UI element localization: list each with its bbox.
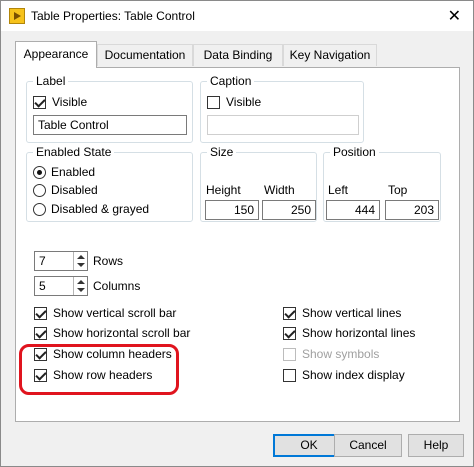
option-vertical-scroll-bar[interactable]: Show vertical scroll bar — [34, 306, 176, 320]
label-visible-checkbox-row[interactable]: Visible — [33, 95, 87, 109]
tab-appearance[interactable]: Appearance — [15, 41, 97, 68]
columns-stepper[interactable]: 5 — [34, 276, 88, 296]
option-index-display[interactable]: Show index display — [283, 368, 405, 382]
radio-enabled-label: Enabled — [51, 165, 96, 179]
dialog-window: Table Properties: Table Control ✕ Appear… — [0, 0, 474, 467]
horizontal-scroll-bar-checkbox[interactable] — [34, 326, 47, 340]
title-bar[interactable]: Table Properties: Table Control ✕ — [1, 1, 473, 31]
caption-visible-text: Visible — [226, 95, 262, 109]
option-symbols: Show symbols — [283, 347, 379, 361]
width-field[interactable]: 250 — [262, 200, 316, 220]
horizontal-scroll-bar-label: Show horizontal scroll bar — [53, 326, 191, 340]
labview-app-icon — [9, 8, 25, 24]
width-label: Width — [264, 183, 295, 197]
label-visible-text: Visible — [52, 95, 88, 109]
caption-visible-checkbox[interactable] — [207, 95, 220, 109]
tab-documentation[interactable]: Documentation — [97, 44, 193, 66]
caption-visible-checkbox-row[interactable]: Visible — [207, 95, 261, 109]
columns-value: 5 — [39, 279, 46, 293]
tab-data-binding[interactable]: Data Binding — [193, 44, 283, 66]
caption-text-field[interactable] — [207, 115, 359, 135]
radio-enabled[interactable] — [33, 165, 46, 179]
index-display-label: Show index display — [302, 368, 405, 382]
label-group: Label Visible Table Control — [26, 74, 193, 143]
symbols-checkbox — [283, 347, 296, 361]
height-field[interactable]: 150 — [205, 200, 259, 220]
rows-stepper[interactable]: 7 — [34, 251, 88, 271]
horizontal-lines-checkbox[interactable] — [283, 326, 296, 340]
height-label: Height — [206, 183, 241, 197]
position-group-legend: Position — [330, 145, 379, 159]
tab-key-navigation[interactable]: Key Navigation — [283, 44, 377, 66]
caption-group: Caption Visible — [200, 74, 364, 143]
option-horizontal-lines[interactable]: Show horizontal lines — [283, 326, 415, 340]
radio-disabled-grayed-row[interactable]: Disabled & grayed — [33, 202, 149, 216]
vertical-scroll-bar-label: Show vertical scroll bar — [53, 306, 177, 320]
caption-group-legend: Caption — [207, 74, 255, 88]
left-field[interactable]: 444 — [326, 200, 380, 220]
columns-label: Columns — [93, 279, 141, 293]
top-field[interactable]: 203 — [385, 200, 439, 220]
enabled-state-legend: Enabled State — [33, 145, 115, 159]
appearance-panel: Label Visible Table Control Caption Visi… — [15, 67, 460, 422]
option-horizontal-scroll-bar[interactable]: Show horizontal scroll bar — [34, 326, 190, 340]
radio-enabled-row[interactable]: Enabled — [33, 165, 95, 179]
vertical-lines-checkbox[interactable] — [283, 306, 296, 320]
option-row-headers[interactable]: Show row headers — [34, 368, 152, 382]
radio-disabled[interactable] — [33, 183, 46, 197]
label-visible-checkbox[interactable] — [33, 95, 46, 109]
radio-disabled-row[interactable]: Disabled — [33, 183, 98, 197]
radio-disabled-grayed[interactable] — [33, 202, 46, 216]
rows-label: Rows — [93, 254, 124, 268]
help-button[interactable]: Help — [408, 434, 464, 457]
radio-disabled-label: Disabled — [51, 183, 98, 197]
columns-spin-buttons[interactable] — [73, 277, 87, 295]
symbols-label: Show symbols — [302, 347, 380, 361]
vertical-lines-label: Show vertical lines — [302, 306, 402, 320]
column-headers-checkbox[interactable] — [34, 347, 47, 361]
column-headers-label: Show column headers — [53, 347, 172, 361]
top-label: Top — [388, 183, 408, 197]
position-group: Position Left Top 444 203 — [323, 145, 441, 222]
radio-disabled-grayed-label: Disabled & grayed — [51, 202, 150, 216]
close-icon[interactable]: ✕ — [448, 6, 461, 26]
option-column-headers[interactable]: Show column headers — [34, 347, 172, 361]
size-group: Size Height Width 150 250 — [200, 145, 317, 222]
spin-down-icon[interactable] — [77, 288, 85, 292]
row-headers-label: Show row headers — [53, 368, 153, 382]
label-group-legend: Label — [33, 74, 69, 88]
cancel-button[interactable]: Cancel — [334, 434, 402, 457]
rows-value: 7 — [39, 254, 46, 268]
left-label: Left — [328, 183, 349, 197]
window-title: Table Properties: Table Control — [31, 9, 195, 23]
rows-spin-buttons[interactable] — [73, 252, 87, 270]
index-display-checkbox[interactable] — [283, 368, 296, 382]
vertical-scroll-bar-checkbox[interactable] — [34, 306, 47, 320]
row-headers-checkbox[interactable] — [34, 368, 47, 382]
size-group-legend: Size — [207, 145, 237, 159]
spin-up-icon[interactable] — [77, 255, 85, 259]
enabled-state-group: Enabled State Enabled Disabled Disabled … — [26, 145, 193, 222]
spin-down-icon[interactable] — [77, 263, 85, 267]
horizontal-lines-label: Show horizontal lines — [302, 326, 416, 340]
label-text-field[interactable]: Table Control — [33, 115, 187, 135]
option-vertical-lines[interactable]: Show vertical lines — [283, 306, 401, 320]
spin-up-icon[interactable] — [77, 280, 85, 284]
